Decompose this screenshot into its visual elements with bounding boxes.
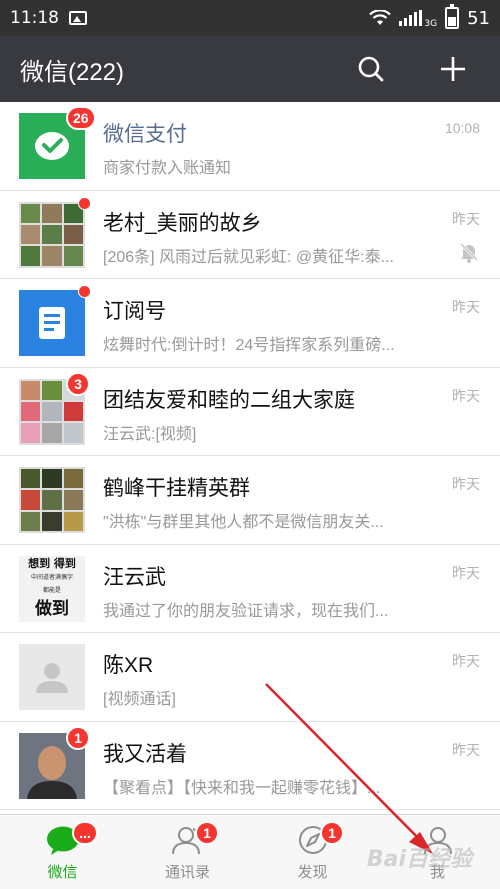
avatar-calligraphy-line: 想到 得到 — [28, 556, 76, 570]
tab-badge: 1 — [320, 821, 344, 845]
chat-time: 昨天 — [452, 476, 480, 492]
default-avatar — [19, 644, 85, 710]
wechat-pay-icon — [35, 132, 69, 160]
chat-snippet: 我通过了你的朋友验证请求，现在我们... — [103, 602, 389, 620]
chat-snippet: "洪栋"与群里其他人都不是微信朋友关... — [103, 514, 384, 531]
chat-time: 10:08 — [444, 120, 480, 136]
tab-chats[interactable]: ... 微信 — [0, 815, 125, 889]
unread-dot — [78, 196, 91, 210]
chat-name: 团结友爱和睦的二组大家庭 — [103, 388, 355, 412]
plus-icon — [441, 57, 465, 81]
app-header: 微信(222) — [0, 36, 500, 102]
chat-time: 昨天 — [452, 741, 480, 758]
search-icon — [358, 56, 384, 82]
tab-contacts[interactable]: 1 通讯录 — [125, 815, 250, 889]
battery-icon — [445, 4, 460, 29]
chat-time: 昨天 — [452, 210, 480, 227]
avatar-calligraphy-line: 中间道者满偶字 — [30, 574, 73, 582]
chat-list: 26 微信支付 商家付款入账通知 10:08 老村_美丽的故乡 [206条] 风… — [0, 102, 500, 814]
chat-row-group-hometown[interactable]: 老村_美丽的故乡 [206条] 风雨过后就见彩虹: @黄征华:泰... 昨天 — [0, 190, 500, 279]
chat-snippet: [206条] 风雨过后就见彩虹: @黄征华:泰... — [103, 248, 394, 266]
chat-snippet: 商家付款入账通知 — [103, 160, 232, 177]
chat-snippet: 汪云武:[视频] — [103, 425, 197, 443]
avatar — [19, 290, 85, 356]
chat-time: 昨天 — [452, 299, 480, 315]
image-notification-icon — [69, 11, 87, 25]
chat-row-group-family[interactable]: 3 团结友爱和睦的二组大家庭 汪云武:[视频] 昨天 — [0, 367, 500, 456]
unread-badge: 3 — [66, 371, 90, 396]
chat-row-wang-yunwu[interactable]: 想到 得到 中间道者满偶字 都能是 做到 汪云武 我通过了你的朋友验证请求，现在… — [0, 544, 500, 633]
status-time: 11:18 — [10, 8, 59, 28]
unread-dot — [78, 285, 91, 298]
tab-label: 微信 — [47, 864, 78, 881]
chat-name: 陈XR — [103, 654, 154, 677]
chat-name: 汪云武 — [103, 565, 166, 589]
chat-snippet: [视频通话] — [103, 691, 176, 708]
chat-row-chen-xr[interactable]: 陈XR [视频通话] 昨天 — [0, 633, 500, 722]
wifi-icon — [369, 10, 392, 25]
chat-name: 订阅号 — [103, 300, 166, 323]
tab-label: 发现 — [297, 864, 328, 881]
battery-level: 51 — [467, 7, 490, 29]
add-button[interactable] — [436, 52, 470, 86]
group-avatar — [19, 201, 85, 268]
tab-badge: 1 — [195, 821, 219, 845]
watermark: Bai百经验 — [366, 847, 472, 872]
avatar-calligraphy-line: 都能是 — [42, 586, 61, 594]
signal-icon — [399, 10, 423, 26]
network-type: 3G — [424, 19, 438, 29]
mute-bell-icon — [459, 242, 479, 263]
chat-name: 老村_美丽的故乡 — [103, 211, 262, 235]
status-bar: 11:18 3G 51 — [0, 0, 500, 36]
calligraphy-avatar: 想到 得到 中间道者满偶字 都能是 做到 — [19, 555, 85, 622]
group-avatar — [19, 467, 85, 533]
chat-name: 微信支付 — [103, 123, 187, 146]
chat-row-subscriptions[interactable]: 订阅号 炫舞时代:倒计时！24号指挥家系列重磅... 昨天 — [0, 279, 500, 368]
page-title: 微信(222) — [20, 58, 125, 86]
tab-badge: ... — [72, 821, 98, 845]
chat-time: 昨天 — [452, 653, 480, 669]
avatar-calligraphy-line: 做到 — [35, 599, 69, 620]
chat-time: 昨天 — [452, 387, 480, 404]
tab-discover[interactable]: 1 发现 — [250, 815, 375, 889]
tab-label: 通讯录 — [164, 864, 210, 881]
chat-name: 鹤峰干挂精英群 — [103, 477, 250, 500]
chat-time: 昨天 — [452, 564, 480, 581]
user-placeholder-icon — [36, 663, 68, 693]
search-button[interactable] — [354, 52, 388, 86]
chat-name: 我又活着 — [103, 742, 187, 766]
chat-snippet: 炫舞时代:倒计时！24号指挥家系列重磅... — [103, 337, 395, 354]
document-icon — [39, 307, 65, 339]
chat-row-wechat-pay[interactable]: 26 微信支付 商家付款入账通知 10:08 — [0, 102, 500, 191]
chat-row-group-hefeng[interactable]: 鹤峰干挂精英群 "洪栋"与群里其他人都不是微信朋友关... 昨天 — [0, 456, 500, 545]
unread-badge: 26 — [66, 106, 96, 130]
chat-row-wo-you-huozhe[interactable]: 1 我又活着 【聚看点】【快来和我一起赚零花钱】... 昨天 — [0, 721, 500, 810]
chat-snippet: 【聚看点】【快来和我一起赚零花钱】... — [103, 779, 381, 797]
unread-badge: 1 — [66, 725, 90, 750]
